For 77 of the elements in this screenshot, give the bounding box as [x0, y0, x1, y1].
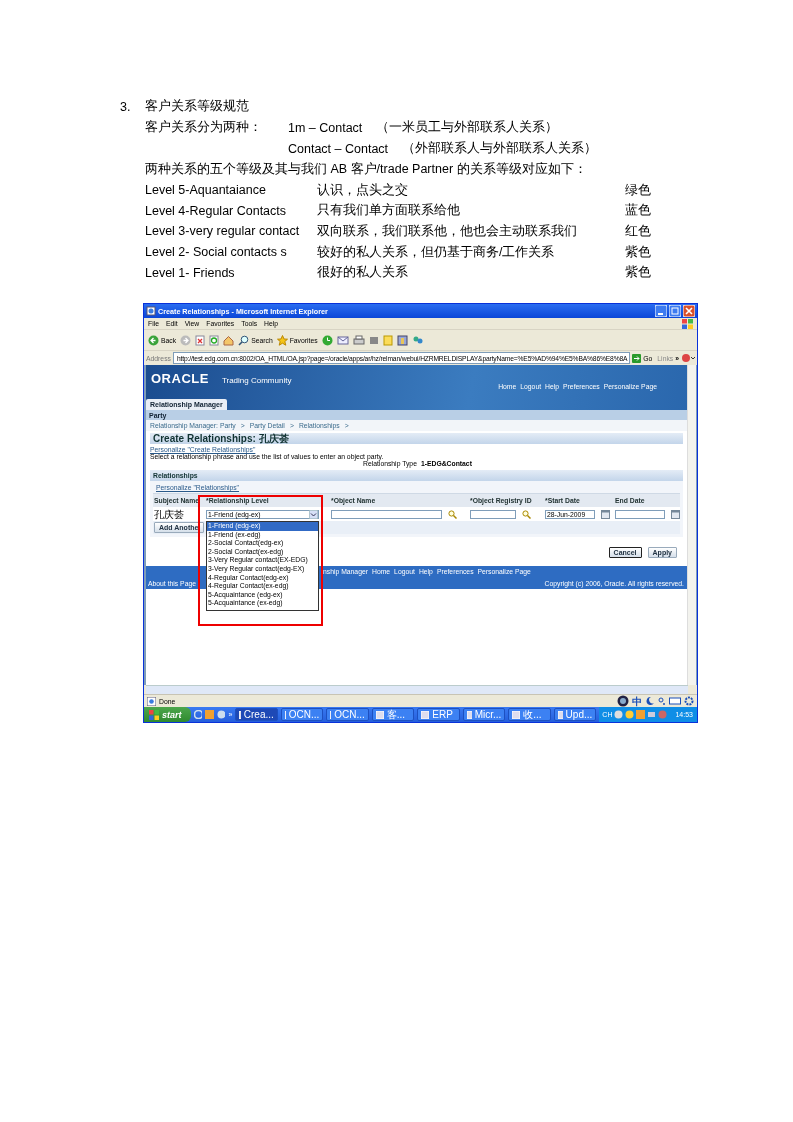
start-button[interactable]: start	[144, 707, 191, 722]
oracle-logo: ORACLE	[151, 371, 209, 386]
taskbar-button[interactable]: Crea...	[235, 708, 278, 721]
level-description: 认识，点头之交	[317, 181, 409, 199]
browser-icon[interactable]	[193, 710, 203, 719]
dropdown-arrow-icon[interactable]	[309, 509, 318, 519]
level-name: Level 5-Aquantaiance	[145, 183, 267, 198]
taskbar-button[interactable]: 客...	[371, 708, 415, 721]
calendar-icon[interactable]	[601, 509, 610, 519]
ime-avatar-icon[interactable]	[617, 695, 629, 707]
globe-icon[interactable]	[216, 710, 226, 719]
section-heading: 客户关系等级规范	[145, 98, 249, 115]
level-color-name: 绿色	[625, 181, 651, 199]
level-name: Level 2- Social contacts s	[145, 245, 288, 260]
horizontal-scrollbar[interactable]	[146, 685, 688, 694]
back-arrow-icon	[148, 334, 159, 346]
relation-note: （外部联系人与外部联系人关系）	[402, 140, 598, 157]
level-description: 很好的私人关系	[317, 264, 409, 282]
page-header: Create Relationships: 孔庆荟	[153, 433, 289, 444]
windows-logo-icon	[682, 318, 693, 329]
research-icon[interactable]	[396, 334, 408, 346]
level-name: Level 1- Friends	[145, 265, 236, 280]
ime-mode[interactable]: 中	[632, 695, 642, 707]
search-icon[interactable]	[448, 509, 457, 519]
home-icon[interactable]	[223, 334, 235, 346]
settings-icon[interactable]	[684, 696, 694, 706]
level-description: 较好的私人关系，但仍基于商务/工作关系	[317, 243, 556, 261]
end-date-field[interactable]	[615, 509, 665, 519]
print-icon[interactable]	[352, 334, 365, 346]
level-color-name: 紫色	[625, 243, 651, 261]
go-arrow-icon	[632, 353, 642, 363]
taskbar-button[interactable]: OCN...	[326, 708, 369, 721]
keyboard-icon[interactable]	[669, 696, 681, 706]
messenger-icon[interactable]	[411, 334, 424, 346]
toolbar-extension-icon[interactable]	[681, 353, 695, 363]
network-icon[interactable]	[647, 710, 657, 719]
level-color-name: 蓝色	[625, 202, 651, 220]
relation-type: 1m – Contact	[288, 120, 363, 135]
taskbar-button[interactable]: 收...	[508, 708, 551, 721]
level-description: 只有我们单方面联系给他	[317, 202, 461, 220]
mapping-sentence: 两种关系的五个等级及其与我们 AB 客户/trade Partner 的关系等级对应如下：	[145, 161, 587, 178]
star-icon	[276, 334, 288, 346]
level-color-name: 红色	[625, 223, 651, 240]
object-name-field[interactable]	[331, 509, 442, 519]
taskbar-button[interactable]: OCN...	[280, 708, 324, 721]
page-icon	[146, 306, 156, 316]
minimize-button[interactable]	[655, 305, 667, 317]
level-color-name: 紫色	[625, 264, 651, 282]
history-icon[interactable]	[321, 334, 333, 346]
page-icon	[147, 696, 156, 706]
moon-icon[interactable]	[645, 696, 655, 706]
level-name: Level 3-very regular contact	[145, 224, 301, 239]
punctuation-icon[interactable]	[658, 696, 666, 706]
forward-icon[interactable]	[180, 334, 192, 346]
windows-logo-icon	[149, 709, 159, 720]
search-icon	[238, 334, 250, 346]
level-description: 双向联系，我们联系他，他也会主动联系我们	[317, 223, 578, 240]
subject-name-cell: 孔庆荟	[154, 508, 184, 520]
relation-type: Contact – Contact	[288, 141, 389, 156]
taskbar-button[interactable]: Upd...	[553, 708, 597, 721]
section-number: 3.	[120, 99, 132, 114]
refresh-icon[interactable]	[209, 334, 220, 346]
taskbar-button[interactable]: ERP	[417, 708, 460, 721]
close-button[interactable]	[683, 305, 695, 317]
stop-icon[interactable]	[195, 334, 206, 346]
intro-label: 客户关系分为两种：	[145, 120, 262, 134]
vertical-scrollbar[interactable]	[687, 365, 696, 685]
relation-note: （一米员工与外部联系人关系）	[376, 119, 559, 136]
maximize-button[interactable]	[669, 305, 681, 317]
edit-icon[interactable]	[368, 334, 379, 346]
search-icon[interactable]	[522, 509, 531, 519]
object-registry-field[interactable]	[470, 509, 516, 519]
mail-icon[interactable]	[336, 334, 349, 346]
product-name: Trading Community	[221, 376, 292, 385]
calendar-icon[interactable]	[671, 509, 680, 519]
taskbar-button[interactable]: Micr...	[462, 708, 506, 721]
level-name: Level 4-Regular Contacts	[145, 203, 288, 218]
